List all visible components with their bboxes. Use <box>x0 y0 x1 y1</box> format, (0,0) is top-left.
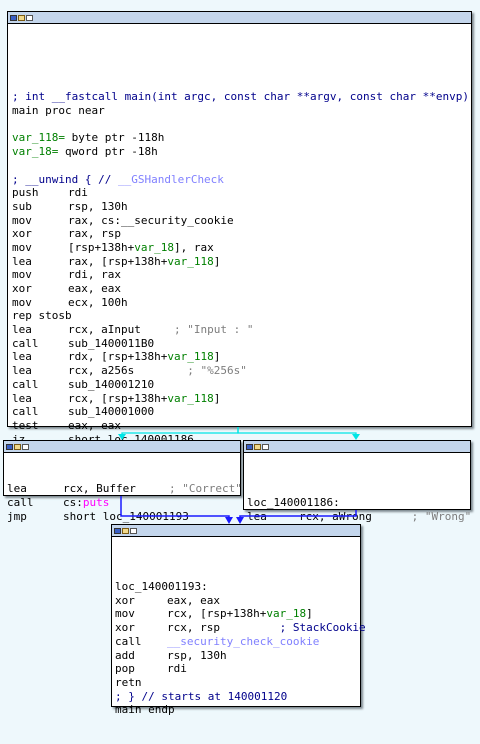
edge-true-branch[interactable] <box>118 427 239 440</box>
edge-fallthrough-right[interactable] <box>236 510 357 524</box>
edge-false-branch[interactable] <box>237 427 360 440</box>
edge-jump-left[interactable] <box>120 496 233 524</box>
graph-edges <box>118 427 360 524</box>
